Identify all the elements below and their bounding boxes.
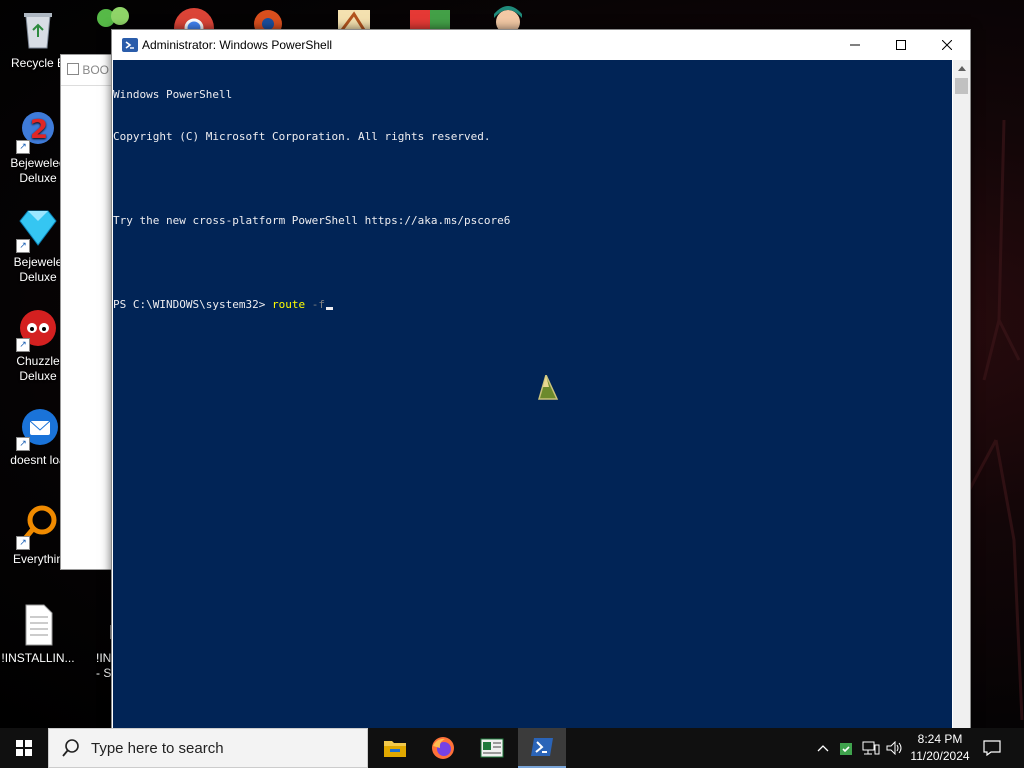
parameter-text: -f [305,298,325,311]
command-text: route [271,298,306,311]
minimize-icon [850,44,860,46]
search-icon [62,739,79,757]
firefox-icon [432,737,454,759]
taskbar-powershell[interactable] [518,728,566,768]
volume-button[interactable] [884,728,906,768]
windows-logo-icon [16,740,32,756]
clock-date: 11/20/2024 [910,749,970,763]
shortcut-arrow-icon: ↗ [16,140,30,154]
bejeweled-2-icon: 2 ↗ [16,108,60,154]
file-explorer-icon [384,741,406,757]
console-prompt-line[interactable]: PS C:\WINDOWS\system32> route -f [113,298,952,312]
start-button[interactable] [0,728,48,768]
console-line: Copyright (C) Microsoft Corporation. All… [113,130,491,143]
thunderbird-icon: ↗ [16,405,60,451]
taskbar-news-app[interactable] [468,728,516,768]
shortcut-arrow-icon: ↗ [16,536,30,550]
text-cursor [325,307,333,310]
maximize-button[interactable] [878,30,924,60]
background-window[interactable]: BOO [60,54,114,570]
desktop-icon-label: !INSTALLIN... [1,651,75,665]
chevron-up-icon [957,66,966,71]
taskbar: Type here to search 8:24 PM 11/20/2024 [0,728,1024,768]
window-title: Administrator: Windows PowerShell [142,38,333,52]
window-titlebar[interactable]: Administrator: Windows PowerShell [112,30,970,60]
taskbar-search-box[interactable]: Type here to search [48,728,368,768]
search-placeholder: Type here to search [91,739,224,757]
tray-app-icon-button[interactable] [836,728,856,768]
shortcut-arrow-icon: ↗ [16,239,30,253]
maximize-icon [896,40,906,50]
svg-text:2: 2 [30,115,48,145]
show-hidden-icons-button[interactable] [814,728,832,768]
bejeweled-gem-icon: ↗ [16,207,60,253]
news-app-icon [480,738,504,758]
console-line: Try the new cross-platform PowerShell ht… [113,214,511,227]
text-file-icon [16,603,60,647]
window-icon [67,63,79,75]
tray-green-app-icon [840,743,852,755]
scroll-up-button[interactable] [953,60,970,77]
chuzzle-icon: ↗ [16,306,60,352]
clock-time: 8:24 PM [917,732,963,746]
close-button[interactable] [924,30,970,60]
close-icon [942,40,952,50]
background-window-titlebar[interactable]: BOO [61,55,113,86]
taskbar-file-explorer[interactable] [371,728,419,768]
prompt: PS C:\WINDOWS\system32> [113,298,272,311]
vertical-scrollbar[interactable] [953,60,970,728]
taskbar-clock[interactable]: 8:24 PM 11/20/2024 [906,731,974,765]
network-icon [862,741,880,755]
network-button[interactable] [860,728,882,768]
console-output[interactable]: Windows PowerShell Copyright (C) Microso… [113,60,952,728]
desktop-icon-installing-file[interactable]: !INSTALLIN... [0,603,76,666]
speaker-icon [886,741,902,755]
minimize-button[interactable] [832,30,878,60]
mouse-pointer-icon [538,375,559,400]
console-line: Windows PowerShell [113,88,233,101]
recycle-bin-icon [16,8,60,52]
scrollbar-thumb[interactable] [955,78,968,94]
chevron-up-icon [817,745,829,752]
background-window-title: BOO [82,63,110,77]
powershell-icon [122,38,138,52]
notification-icon [983,740,1001,756]
notifications-button[interactable] [980,728,1004,768]
shortcut-arrow-icon: ↗ [16,338,30,352]
taskbar-firefox[interactable] [419,728,467,768]
everything-search-icon: ↗ [16,504,60,550]
powershell-icon [531,738,553,756]
shortcut-arrow-icon: ↗ [16,437,30,451]
